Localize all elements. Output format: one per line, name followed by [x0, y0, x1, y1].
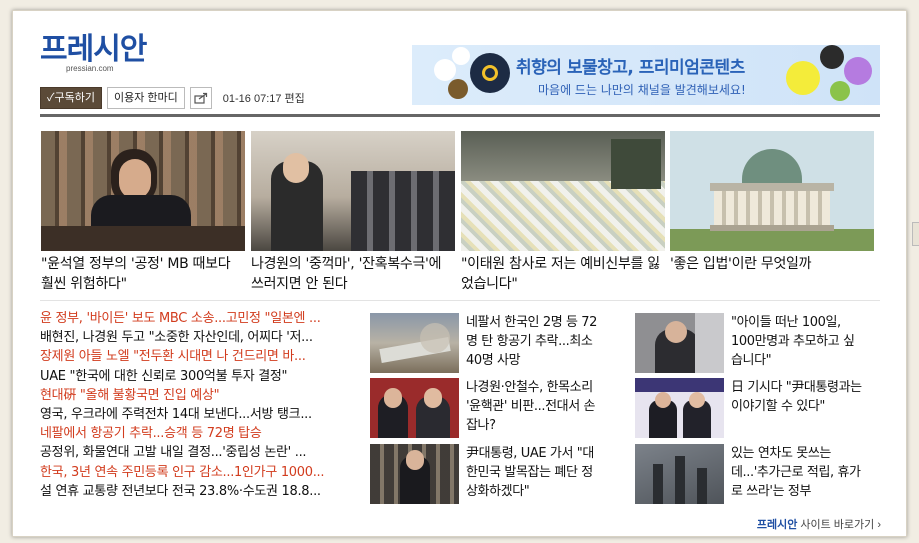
top-story-card[interactable]: 나경원의 '중꺽마', '잔혹복수극'에 쓰러지면 안 된다: [251, 131, 455, 294]
share-button[interactable]: [189, 87, 212, 109]
side-scroll-tab[interactable]: [912, 222, 919, 246]
list-item[interactable]: 네팔에서 항공기 추락...승객 등 72명 탑승: [40, 424, 358, 443]
right-story-card[interactable]: 日 기시다 "尹대통령과는 이야기할 수 있다": [635, 378, 862, 438]
banner-logo-circle-4: [786, 61, 820, 95]
list-item[interactable]: 영국, 우크라에 주력전차 14대 보낸다...서방 탱크...: [40, 405, 358, 424]
list-item[interactable]: UAE "한국에 대한 신뢰로 300억불 투자 결정": [40, 367, 358, 386]
list-item[interactable]: 현대硏 "올해 불황국면 진입 예상": [40, 386, 358, 405]
right-story-card[interactable]: "아이들 떠난 100일, 100만명과 추모하고 싶습니다": [635, 313, 861, 373]
banner-logo-circle-1: [434, 59, 456, 81]
top-story-title: "윤석열 정부의 '공정' MB 때보다 훨씬 위험하다": [41, 256, 231, 292]
mid-story-card[interactable]: 네팔서 한국인 2명 등 72명 탄 항공기 추락...최소 40명 사망: [370, 313, 598, 373]
right-story-card[interactable]: 있는 연차도 못쓰는데...'추가근로 적립, 휴가로 쓰라'는 정부: [635, 444, 861, 504]
site-shortcut-link[interactable]: 프레시안 사이트 바로가기 ›: [757, 516, 881, 532]
top-story-title: "이태원 참사로 저는 예비신부를 잃었습니다": [461, 256, 660, 292]
banner-logo-circle-7: [830, 81, 850, 101]
right-story-thumbnail: [635, 313, 724, 373]
top-story-image: [461, 131, 665, 251]
premium-content-banner[interactable]: 취향의 보물창고, 프리미엄콘텐츠 마음에 드는 나만의 채널을 발견해보세요!: [412, 45, 880, 105]
top-story-image: [41, 131, 245, 251]
site-logo[interactable]: 프레시안 pressian.com: [40, 32, 147, 74]
list-item[interactable]: 윤 정부, '바이든' 보도 MBC 소송...고민정 "일본엔 ...: [40, 309, 358, 328]
header-divider: [40, 114, 880, 117]
footer-link-text: 사이트 바로가기 ›: [797, 519, 881, 531]
banner-subline: 마음에 드는 나만의 채널을 발견해보세요!: [538, 83, 746, 97]
edit-timestamp: 01-16 07:17 편집: [222, 93, 305, 105]
list-item[interactable]: 장제원 아들 노엘 "전두환 시대면 나 건드리면 바...: [40, 347, 358, 366]
headline-list: 윤 정부, '바이든' 보도 MBC 소송...고민정 "일본엔 ... 배현진…: [40, 309, 358, 501]
footer-brand: 프레시안: [756, 519, 798, 531]
top-story-image: [670, 131, 874, 251]
right-story-title: 日 기시다 "尹대통령과는 이야기할 수 있다": [731, 380, 862, 414]
mid-story-card[interactable]: 나경원·안철수, 한목소리 '윤핵관' 비판...전대서 손잡나?: [370, 378, 596, 438]
list-item[interactable]: 설 연휴 교통량 전년보다 전국 23.8%·수도권 18.8...: [40, 482, 358, 501]
list-item[interactable]: 공정위, 화물연대 고발 내일 결정...'중립성 논란' ...: [40, 443, 358, 462]
top-story-image: [251, 131, 455, 251]
top-story-title: '좋은 입법'이란 무엇일까: [670, 256, 812, 272]
banner-main-logo-inner: [482, 65, 498, 81]
share-icon: [194, 92, 207, 104]
top-story-card[interactable]: '좋은 입법'이란 무엇일까: [670, 131, 874, 274]
article-toolbar: ✓구독하기 이용자 한마디 01-16 07:17 편집: [40, 87, 305, 109]
right-story-thumbnail: [635, 444, 724, 504]
mid-story-title: 네팔서 한국인 2명 등 72명 탄 항공기 추락...최소 40명 사망: [466, 315, 598, 368]
top-story-title: 나경원의 '중꺽마', '잔혹복수극'에 쓰러지면 안 된다: [251, 256, 442, 292]
right-story-thumbnail: [635, 378, 724, 438]
mid-story-thumbnail: [370, 313, 459, 373]
mid-story-title: 나경원·안철수, 한목소리 '윤핵관' 비판...전대서 손잡나?: [466, 380, 596, 433]
mid-story-card[interactable]: 尹대통령, UAE 가서 "대한민국 발목잡는 폐단 정상화하겠다": [370, 444, 596, 504]
mid-story-title: 尹대통령, UAE 가서 "대한민국 발목잡는 폐단 정상화하겠다": [466, 446, 594, 499]
top-story-card[interactable]: "이태원 참사로 저는 예비신부를 잃었습니다": [461, 131, 665, 294]
mid-story-thumbnail: [370, 444, 459, 504]
section-divider: [40, 300, 880, 301]
subscribe-button[interactable]: ✓구독하기: [40, 87, 102, 109]
list-item[interactable]: 배현진, 나경원 두고 "소중한 자산인데, 어찌다 '저...: [40, 328, 358, 347]
user-comment-button[interactable]: 이용자 한마디: [107, 87, 185, 109]
mid-story-thumbnail: [370, 378, 459, 438]
banner-logo-circle-6: [844, 57, 872, 85]
logo-text: 프레시안: [40, 32, 147, 67]
right-story-title: 있는 연차도 못쓰는데...'추가근로 적립, 휴가로 쓰라'는 정부: [731, 446, 861, 499]
right-story-title: "아이들 떠난 100일, 100만명과 추모하고 싶습니다": [731, 315, 855, 368]
banner-logo-circle-5: [820, 45, 844, 69]
banner-logo-circle-3: [448, 79, 468, 99]
top-story-card[interactable]: "윤석열 정부의 '공정' MB 때보다 훨씬 위험하다": [41, 131, 245, 294]
banner-logo-circle-2: [452, 47, 470, 65]
list-item[interactable]: 한국, 3년 연속 주민등록 인구 감소...1인가구 1000...: [40, 463, 358, 482]
banner-headline: 취향의 보물창고, 프리미엄콘텐츠: [516, 58, 745, 78]
